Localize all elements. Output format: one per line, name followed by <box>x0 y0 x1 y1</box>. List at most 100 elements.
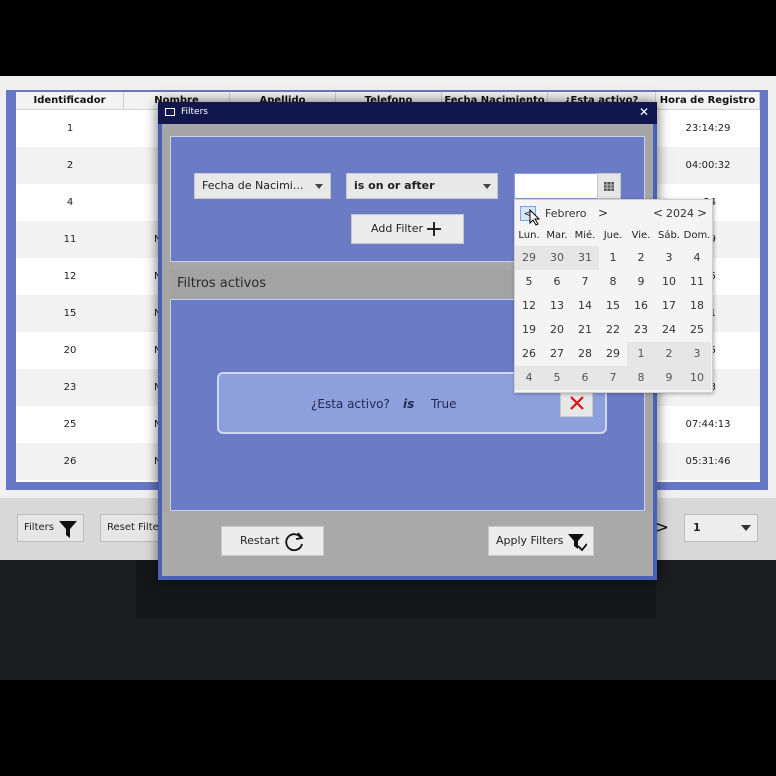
calendar-day[interactable]: 7 <box>571 270 599 294</box>
calendar-day[interactable]: 11 <box>683 270 711 294</box>
window-icon <box>165 108 175 116</box>
calendar-day[interactable]: 1 <box>627 342 655 366</box>
chevron-down-icon <box>483 184 491 189</box>
year-label: 2024 <box>666 207 694 220</box>
calendar-button[interactable] <box>597 173 621 199</box>
chevron-down-icon <box>741 525 751 531</box>
prev-year-button[interactable]: < <box>653 206 663 220</box>
calendar-day[interactable]: 26 <box>515 342 543 366</box>
chevron-down-icon <box>315 184 323 189</box>
close-icon[interactable]: ✕ <box>639 105 649 119</box>
calendar-day[interactable]: 29 <box>599 342 627 366</box>
calendar-day[interactable]: 30 <box>543 246 571 270</box>
next-year-button[interactable]: > <box>697 206 707 220</box>
reset-filters-button[interactable]: Reset Filte <box>100 514 160 542</box>
calendar-day[interactable]: 14 <box>571 294 599 318</box>
calendar-day[interactable]: 22 <box>599 318 627 342</box>
next-month-button[interactable]: > <box>598 206 608 220</box>
calendar-day[interactable]: 31 <box>571 246 599 270</box>
funnel-icon <box>59 521 77 538</box>
chip-field: ¿Esta activo? <box>311 397 390 411</box>
dialog-titlebar[interactable]: Filters ✕ <box>158 102 657 124</box>
calendar-day[interactable]: 7 <box>599 366 627 390</box>
cell-hora: 05:31:46 <box>685 456 731 467</box>
operator-select-value: is on or after <box>354 179 435 192</box>
col-header-identificador[interactable]: Identificador <box>16 92 124 110</box>
filters-label: Filters <box>24 522 54 533</box>
calendar-day[interactable]: 6 <box>543 270 571 294</box>
cell-id: 20 <box>63 345 77 356</box>
calendar-day[interactable]: 18 <box>683 294 711 318</box>
calendar-day[interactable]: 2 <box>655 342 683 366</box>
chip-value: True <box>431 397 457 411</box>
date-input[interactable] <box>514 173 598 199</box>
cell-id: 2 <box>66 160 74 171</box>
reset-filters-label: Reset Filte <box>107 522 159 533</box>
column-select[interactable]: Fecha de Nacimi... <box>194 173 331 199</box>
apply-filters-label: Apply Filters <box>496 534 564 547</box>
calendar-day[interactable]: 3 <box>655 246 683 270</box>
calendar-day[interactable]: 29 <box>515 246 543 270</box>
weekday-label: Vie. <box>631 230 651 241</box>
date-picker-popup: < Febrero > < 2024 > Lun. Mar. Mié. Jue.… <box>514 199 713 393</box>
active-filters-title: Filtros activos <box>177 276 267 291</box>
add-filter-button[interactable]: Add Filter <box>351 214 464 244</box>
cell-id: 23 <box>63 382 77 393</box>
cell-id: 12 <box>63 271 77 282</box>
calendar-day[interactable]: 4 <box>683 246 711 270</box>
funnel-check-icon <box>568 534 587 552</box>
cell-id: 11 <box>63 234 77 245</box>
calendar-day[interactable]: 9 <box>655 366 683 390</box>
calendar-day[interactable]: 13 <box>543 294 571 318</box>
operator-select[interactable]: is on or after <box>346 173 498 199</box>
calendar-day[interactable]: 17 <box>655 294 683 318</box>
calendar-day[interactable]: 3 <box>683 342 711 366</box>
weekday-label: Dom. <box>683 230 711 241</box>
calendar-day[interactable]: 5 <box>515 270 543 294</box>
calendar-day[interactable]: 12 <box>515 294 543 318</box>
close-icon <box>570 396 584 410</box>
calendar-day[interactable]: 1 <box>599 246 627 270</box>
calendar-day[interactable]: 8 <box>627 366 655 390</box>
column-select-value: Fecha de Nacimi... <box>202 179 304 192</box>
calendar-day[interactable]: 28 <box>571 342 599 366</box>
cell-id: 1 <box>66 123 74 134</box>
cell-id: 15 <box>63 308 77 319</box>
apply-filters-button[interactable]: Apply Filters <box>488 526 594 556</box>
refresh-icon <box>285 532 304 552</box>
cell-hora: 07:44:13 <box>685 419 731 430</box>
chip-operator: is <box>403 397 415 411</box>
cell-hora: 04:00:32 <box>685 160 731 171</box>
calendar-day[interactable]: 27 <box>543 342 571 366</box>
calendar-day[interactable]: 2 <box>627 246 655 270</box>
col-header-hora-registro[interactable]: Hora de Registro <box>656 92 760 110</box>
calendar-day[interactable]: 16 <box>627 294 655 318</box>
page-select-value: 1 <box>693 521 701 534</box>
page-select[interactable]: 1 <box>684 514 758 542</box>
calendar-day[interactable]: 6 <box>571 366 599 390</box>
calendar-icon <box>604 182 614 191</box>
calendar-day[interactable]: 24 <box>655 318 683 342</box>
weekday-label: Mar. <box>546 230 568 241</box>
calendar-day[interactable]: 10 <box>683 366 711 390</box>
restart-label: Restart <box>240 534 280 547</box>
filters-button[interactable]: Filters <box>17 514 84 542</box>
calendar-day[interactable]: 9 <box>627 270 655 294</box>
calendar-day[interactable]: 19 <box>515 318 543 342</box>
add-filter-label: Add Filter <box>371 222 424 235</box>
calendar-day[interactable]: 15 <box>599 294 627 318</box>
calendar-day[interactable]: 8 <box>599 270 627 294</box>
weekday-label: Lun. <box>518 230 540 241</box>
calendar-day[interactable]: 10 <box>655 270 683 294</box>
restart-button[interactable]: Restart <box>221 526 324 556</box>
calendar-day[interactable]: 21 <box>571 318 599 342</box>
weekday-label: Jue. <box>603 230 623 241</box>
calendar-day[interactable]: 20 <box>543 318 571 342</box>
plus-icon <box>427 222 441 236</box>
dialog-title: Filters <box>181 107 208 117</box>
calendar-day[interactable]: 5 <box>543 366 571 390</box>
calendar-day[interactable]: 4 <box>515 366 543 390</box>
calendar-day[interactable]: 23 <box>627 318 655 342</box>
weekday-label: Mié. <box>574 230 596 241</box>
calendar-day[interactable]: 25 <box>683 318 711 342</box>
